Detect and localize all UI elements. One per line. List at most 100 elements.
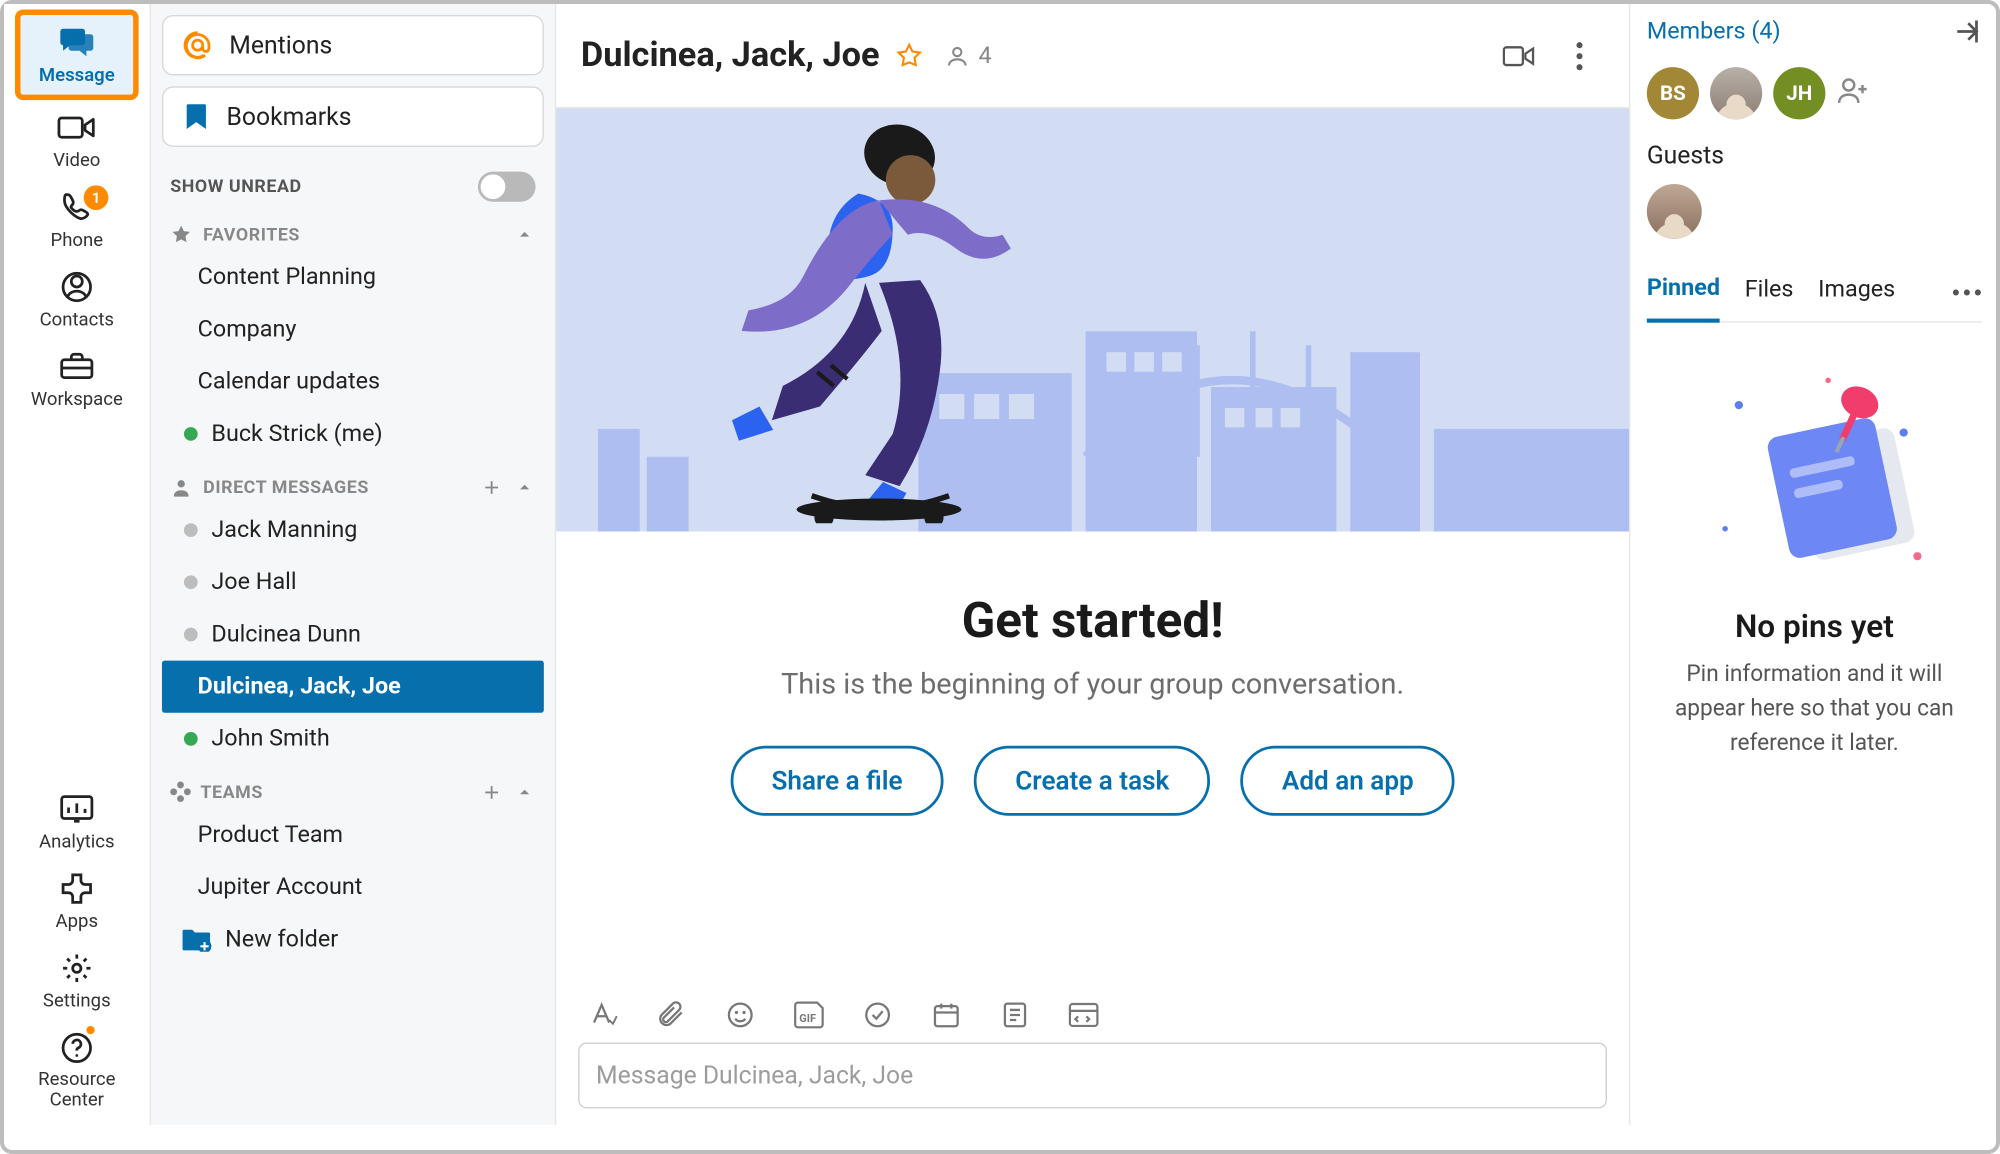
avatar-photo[interactable] (1710, 67, 1762, 119)
person-icon (170, 477, 192, 499)
plus-icon[interactable] (481, 477, 503, 499)
mentions-label: Mentions (229, 31, 332, 60)
favorite-item[interactable]: Company (162, 303, 544, 355)
favorite-item-me[interactable]: Buck Strick (me) (162, 408, 544, 460)
favorite-item[interactable]: Content Planning (162, 251, 544, 303)
nav-resource-center[interactable]: Resource Center (15, 1021, 139, 1125)
guests-label: Guests (1647, 141, 1982, 170)
collapse-panel-icon[interactable] (1949, 15, 1982, 48)
nav-workspace[interactable]: Workspace (15, 339, 139, 419)
dm-label: DIRECT MESSAGES (203, 477, 369, 498)
pinned-empty-state: No pins yet Pin information and it will … (1647, 323, 1982, 803)
start-video-button[interactable] (1503, 39, 1536, 72)
tab-images[interactable]: Images (1818, 265, 1895, 320)
format-text-icon[interactable] (586, 998, 619, 1031)
dm-item[interactable]: Joe Hall (162, 556, 544, 608)
teams-icon (170, 781, 192, 803)
gif-icon[interactable]: GIF (792, 998, 825, 1031)
member-avatars: BS JH (1647, 67, 1982, 119)
pin-illustration (1698, 364, 1932, 584)
code-snippet-icon[interactable] (1067, 998, 1100, 1031)
show-unread-label: SHOW UNREAD (170, 176, 301, 197)
composer-toolbar: GIF (578, 990, 1607, 1042)
chevron-up-icon[interactable] (514, 477, 536, 499)
nav-rc-label: Resource Center (15, 1070, 139, 1111)
presence-dot (184, 628, 198, 642)
dm-item[interactable]: John Smith (162, 713, 544, 765)
guest-avatar[interactable] (1647, 184, 1702, 239)
event-icon[interactable] (930, 998, 963, 1031)
task-icon[interactable] (861, 998, 894, 1031)
presence-dot (184, 523, 198, 537)
plus-icon[interactable] (481, 781, 503, 803)
add-app-button[interactable]: Add an app (1241, 746, 1455, 816)
welcome-title: Get started! (584, 592, 1602, 650)
folder-add-icon (181, 927, 211, 952)
dm-item-active[interactable]: Dulcinea, Jack, Joe (162, 661, 544, 713)
team-item[interactable]: Jupiter Account (162, 861, 544, 913)
add-people-icon[interactable] (1836, 77, 1869, 110)
dm-header[interactable]: DIRECT MESSAGES (162, 460, 544, 504)
favorite-item[interactable]: Calendar updates (162, 356, 544, 408)
presence-dot (184, 732, 198, 746)
skateboarder-illustration (694, 108, 1024, 523)
members-link[interactable]: Members (4) (1647, 18, 1781, 45)
gear-icon (56, 952, 97, 985)
bookmark-icon (183, 102, 210, 132)
nav-workspace-label: Workspace (31, 389, 123, 411)
workspace-icon (56, 350, 97, 383)
nav-video-label: Video (53, 150, 100, 172)
apps-icon (56, 873, 97, 906)
teams-header[interactable]: TEAMS (162, 765, 544, 809)
share-file-button[interactable]: Share a file (730, 746, 944, 816)
tab-pinned[interactable]: Pinned (1647, 264, 1720, 323)
nav-settings-label: Settings (43, 991, 111, 1013)
tabs-more-icon[interactable] (1952, 288, 1982, 296)
nav-apps-label: Apps (56, 911, 98, 933)
nav-phone-label: Phone (51, 229, 104, 251)
more-menu-button[interactable] (1563, 39, 1596, 72)
favorites-header[interactable]: FAVORITES (162, 207, 544, 251)
avatar-bs[interactable]: BS (1647, 67, 1699, 119)
nav-analytics[interactable]: Analytics (15, 782, 139, 862)
chevron-up-icon[interactable] (514, 781, 536, 803)
member-count[interactable]: 4 (946, 42, 992, 69)
presence-dot (184, 427, 198, 441)
nav-contacts[interactable]: Contacts (15, 259, 139, 339)
create-task-button[interactable]: Create a task (974, 746, 1210, 816)
nav-analytics-label: Analytics (39, 831, 115, 853)
welcome-section: Get started! This is the beginning of yo… (556, 531, 1629, 840)
bookmarks-label: Bookmarks (227, 102, 352, 131)
mentions-button[interactable]: Mentions (162, 15, 544, 75)
message-input[interactable] (578, 1042, 1607, 1108)
at-icon (183, 30, 213, 60)
tab-files[interactable]: Files (1745, 265, 1794, 320)
composer: GIF (556, 979, 1629, 1125)
teams-label: TEAMS (200, 782, 262, 803)
nav-video[interactable]: Video (15, 100, 139, 180)
team-item[interactable]: Product Team (162, 809, 544, 861)
presence-dot (184, 575, 198, 589)
dm-item[interactable]: Jack Manning (162, 504, 544, 556)
avatar-jh[interactable]: JH (1773, 67, 1825, 119)
hero-illustration (556, 108, 1629, 531)
emoji-icon[interactable] (724, 998, 757, 1031)
dm-item[interactable]: Dulcinea Dunn (162, 608, 544, 660)
chat-title: Dulcinea, Jack, Joe (581, 36, 880, 76)
chevron-up-icon[interactable] (514, 224, 536, 246)
bookmarks-button[interactable]: Bookmarks (162, 86, 544, 146)
contacts-icon (56, 270, 97, 303)
nav-settings[interactable]: Settings (15, 941, 139, 1021)
note-icon[interactable] (998, 998, 1031, 1031)
nav-phone[interactable]: 1 Phone (15, 180, 139, 260)
nav-contacts-label: Contacts (40, 309, 114, 331)
attach-icon[interactable] (655, 998, 688, 1031)
video-icon (56, 111, 97, 144)
new-folder-button[interactable]: New folder (162, 913, 544, 965)
favorite-star-icon[interactable] (893, 39, 926, 72)
nav-apps[interactable]: Apps (15, 862, 139, 942)
show-unread-toggle[interactable] (478, 172, 536, 202)
nav-message[interactable]: Message (15, 9, 139, 100)
nav-message-label: Message (39, 64, 115, 86)
conversation-list: Mentions Bookmarks SHOW UNREAD FAVORITES… (151, 4, 556, 1125)
